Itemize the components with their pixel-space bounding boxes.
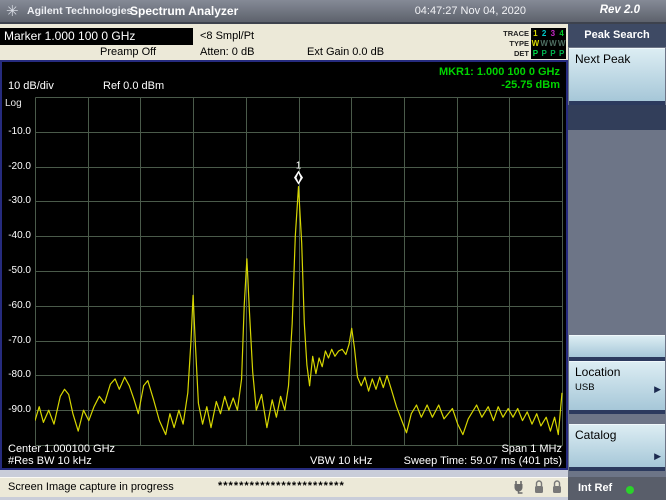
y-axis-tick-label: -40.0 <box>8 230 31 242</box>
y-axis-tick-label: -20.0 <box>8 160 31 172</box>
trace-legend-box: 1234WWWWPPPP <box>531 28 566 59</box>
active-function-readout: Marker 1.000 100 0 GHz <box>0 28 193 45</box>
submenu-arrow-icon: ▶ <box>654 384 661 394</box>
marker-1-label: 1 <box>296 161 302 172</box>
softkey-label: Catalog <box>575 428 617 442</box>
softkey-location[interactable]: Location USB ▶ <box>569 361 665 414</box>
scale-type-label: Log <box>5 98 22 109</box>
y-axis-tick-label: -90.0 <box>8 404 31 416</box>
softkey-menu-title: Peak Search <box>568 24 666 47</box>
y-axis-tick-label: -60.0 <box>8 299 31 311</box>
ref-level-label: Ref 0.0 dBm <box>103 80 165 92</box>
vbw-annotation: VBW 10 kHz <box>310 455 373 467</box>
brand-name: Agilent Technologies <box>27 5 133 17</box>
softkey-sublabel: USB <box>575 382 595 393</box>
ext-gain-status: Ext Gain 0.0 dB <box>307 46 385 58</box>
attenuation-status: Atten: 0 dB <box>200 46 255 58</box>
status-message: Screen Image capture in progress <box>8 481 174 493</box>
y-axis-tick-label: -70.0 <box>8 334 31 346</box>
softkey-sidebar: Peak Search Next Peak Location USB ▶ Cat… <box>568 24 666 500</box>
y-axis-tick-label: -80.0 <box>8 369 31 381</box>
lock-icon <box>553 479 561 493</box>
datetime: 04:47:27 Nov 04, 2020 <box>414 5 526 17</box>
res-bw-annotation: #Res BW 10 kHz <box>8 455 92 467</box>
spectrum-plot: 1 <box>34 97 563 446</box>
softkey-dark-zone <box>568 105 666 130</box>
softkey-catalog[interactable]: Catalog ▶ <box>569 424 665 471</box>
int-ref-bar: Int Ref <box>568 477 666 500</box>
spectrum-analyzer-screen: ✳ Agilent Technologies Spectrum Analyzer… <box>0 0 666 500</box>
status-icons <box>513 479 562 495</box>
softkey-label: Next Peak <box>575 52 631 66</box>
amplitude-scale-label: 10 dB/div <box>8 80 54 92</box>
softkey-next-peak[interactable]: Next Peak <box>569 48 665 105</box>
y-axis-tick-label: -10.0 <box>8 125 31 137</box>
softkey-label: Location <box>575 365 621 379</box>
submenu-arrow-icon: ▶ <box>654 451 661 461</box>
firmware-rev: Rev 2.0 <box>599 4 640 16</box>
spectrum-display: 10 dB/div Ref 0.0 dBm Log MKR1: 1.000 10… <box>0 60 568 470</box>
preamp-status: Preamp Off <box>100 46 157 58</box>
sweep-time-annotation: Sweep Time: 59.07 ms (401 pts) <box>403 455 562 467</box>
y-axis-tick-label: -50.0 <box>8 265 31 276</box>
marker-amplitude: -25.75 dBm <box>501 79 560 91</box>
title-bar: ✳ Agilent Technologies Spectrum Analyzer… <box>0 0 666 24</box>
marker-readout: MKR1: 1.000 100 0 GHz -25.75 dBm <box>439 66 560 92</box>
power-plug-icon <box>514 480 523 494</box>
graticule-area: 1 <box>34 97 563 452</box>
lock-icon <box>535 479 543 493</box>
trace-legend-labels: TRACE TYPE DET <box>503 29 529 58</box>
int-ref-label: Int Ref <box>578 482 613 494</box>
sampling-info: <8 Smpl/Pt <box>200 30 255 42</box>
app-title: Spectrum Analyzer <box>130 4 239 18</box>
center-freq-annotation: Center 1.000100 GHz <box>8 443 116 455</box>
marker-frequency: MKR1: 1.000 100 0 GHz <box>438 66 560 78</box>
softkey-blank[interactable] <box>569 335 665 361</box>
y-axis-tick-label: -30.0 <box>8 195 31 207</box>
int-ref-status-dot <box>626 486 634 494</box>
status-progress: ************************ <box>218 480 345 492</box>
agilent-logo-icon: ✳ <box>6 3 19 20</box>
measurement-bar: Marker 1.000 100 0 GHz <8 Smpl/Pt Preamp… <box>0 24 568 60</box>
span-annotation: Span 1 MHz <box>501 443 562 455</box>
status-bar: Screen Image capture in progress *******… <box>0 477 568 497</box>
